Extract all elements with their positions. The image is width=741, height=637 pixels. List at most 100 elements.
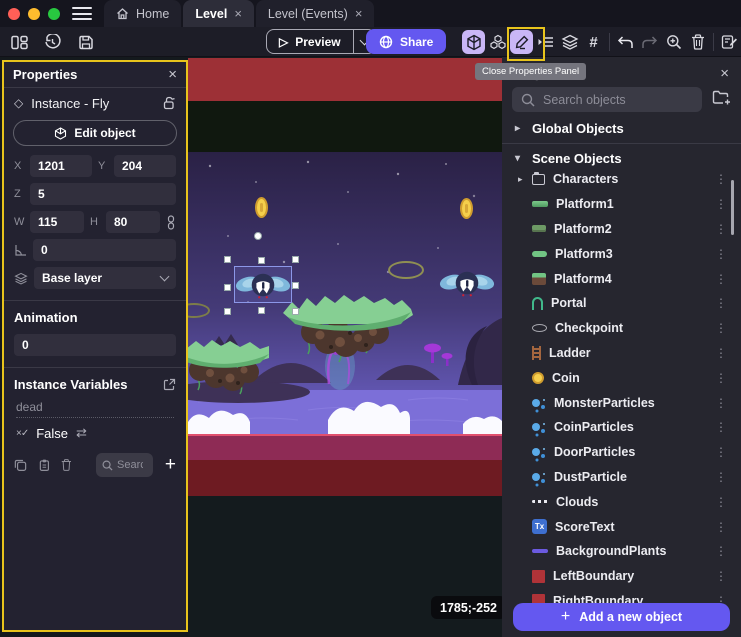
edit-object-button[interactable]: Edit object	[13, 120, 177, 146]
object-row-ladder[interactable]: Ladder ⋮	[502, 341, 741, 366]
object-menu-icon[interactable]: ⋮	[715, 396, 727, 410]
coin-sprite[interactable]	[460, 198, 473, 219]
tab-home[interactable]: Home	[104, 0, 181, 27]
panels-icon[interactable]	[8, 30, 31, 54]
object-menu-icon[interactable]: ⋮	[715, 222, 727, 236]
object-row-platform1[interactable]: Platform1 ⋮	[502, 192, 741, 217]
variable-value-row[interactable]: ×✓ False ⇄	[16, 425, 174, 441]
object-row-leftboundary[interactable]: LeftBoundary ⋮	[502, 564, 741, 589]
resize-handle[interactable]	[292, 256, 299, 263]
objects-search-input[interactable]	[543, 93, 693, 107]
object-row-clouds[interactable]: Clouds ⋮	[502, 489, 741, 514]
checkpoint-sprite[interactable]	[388, 261, 424, 279]
link-dimensions-icon[interactable]	[166, 215, 176, 230]
height-field[interactable]	[106, 211, 160, 233]
resize-handle[interactable]	[258, 257, 265, 264]
object-row-backgroundplants[interactable]: BackgroundPlants ⋮	[502, 539, 741, 564]
object-row-characters[interactable]: ▸ Characters ⋮	[502, 167, 741, 192]
object-menu-icon[interactable]: ⋮	[715, 445, 727, 459]
close-tab-icon[interactable]: ×	[234, 6, 242, 21]
object-menu-icon[interactable]: ⋮	[715, 346, 727, 360]
object-row-platform3[interactable]: Platform3 ⋮	[502, 241, 741, 266]
object-menu-icon[interactable]: ⋮	[715, 321, 727, 335]
animation-field[interactable]	[14, 334, 176, 356]
variables-search-input[interactable]	[117, 459, 143, 471]
close-window-button[interactable]	[8, 8, 20, 20]
object-menu-icon[interactable]: ⋮	[715, 247, 727, 261]
delete-variable-icon[interactable]	[61, 458, 72, 472]
objects-search[interactable]	[512, 87, 702, 112]
object-groups-icon[interactable]	[486, 30, 509, 54]
maximize-window-button[interactable]	[48, 8, 60, 20]
variable-name[interactable]: dead	[16, 400, 174, 418]
object-row-platform4[interactable]: Platform4 ⋮	[502, 266, 741, 291]
layers-icon[interactable]	[558, 30, 581, 54]
undo-icon[interactable]	[614, 30, 637, 54]
add-folder-icon[interactable]	[712, 89, 731, 106]
resize-handle[interactable]	[224, 256, 231, 263]
toggle-value-icon[interactable]: ⇄	[76, 425, 87, 441]
y-field[interactable]	[114, 155, 176, 177]
rotate-handle[interactable]	[254, 232, 262, 240]
object-row-checkpoint[interactable]: Checkpoint ⋮	[502, 316, 741, 341]
grid-icon[interactable]: #	[582, 30, 605, 54]
angle-field[interactable]	[33, 239, 176, 261]
coin-sprite[interactable]	[255, 197, 268, 218]
variables-search[interactable]	[96, 453, 153, 477]
bottom-boundary-sprite[interactable]	[188, 436, 502, 460]
resize-handle[interactable]	[292, 308, 299, 315]
top-boundary-sprite[interactable]	[188, 58, 502, 101]
resize-handle[interactable]	[224, 308, 231, 315]
resize-handle[interactable]	[292, 282, 299, 289]
object-menu-icon[interactable]: ⋮	[715, 197, 727, 211]
object-row-platform2[interactable]: Platform2 ⋮	[502, 217, 741, 242]
z-field[interactable]	[30, 183, 176, 205]
object-row-coin[interactable]: Coin ⋮	[502, 365, 741, 390]
scene-properties-icon[interactable]	[718, 30, 741, 54]
object-menu-icon[interactable]: ⋮	[715, 420, 727, 434]
main-menu-icon[interactable]	[72, 7, 92, 20]
trash-icon[interactable]	[686, 30, 709, 54]
scene-canvas[interactable]: 1785;-252	[188, 57, 502, 637]
copy-icon[interactable]	[14, 458, 27, 472]
object-row-monsterparticles[interactable]: MonsterParticles ⋮	[502, 390, 741, 415]
history-icon[interactable]	[41, 30, 64, 54]
object-row-doorparticles[interactable]: DoorParticles ⋮	[502, 440, 741, 465]
minimize-window-button[interactable]	[28, 8, 40, 20]
object-menu-icon[interactable]: ⋮	[715, 371, 727, 385]
share-button[interactable]: Share	[366, 29, 446, 54]
fly-monster-sprite[interactable]	[439, 267, 495, 299]
bottom-boundary-sprite-dark[interactable]	[188, 460, 502, 496]
object-menu-icon[interactable]: ⋮	[715, 569, 727, 583]
object-row-dustparticle[interactable]: DustParticle ⋮	[502, 465, 741, 490]
x-field[interactable]	[30, 155, 92, 177]
resize-handle[interactable]	[224, 284, 231, 291]
resize-handle[interactable]	[258, 307, 265, 314]
preview-button[interactable]: ▷ Preview	[266, 29, 354, 54]
open-variables-icon[interactable]	[163, 378, 176, 391]
objects-scrollbar[interactable]	[731, 180, 734, 235]
object-menu-icon[interactable]: ⋮	[715, 172, 727, 186]
fly-monster-sprite-selected[interactable]	[236, 269, 290, 301]
tab-level-events[interactable]: Level (Events) ×	[256, 0, 375, 27]
unlock-icon[interactable]	[163, 96, 176, 110]
object-menu-icon[interactable]: ⋮	[715, 495, 727, 509]
object-menu-icon[interactable]: ⋮	[715, 470, 727, 484]
paste-icon[interactable]	[39, 458, 50, 472]
add-object-button[interactable]: + Add a new object	[513, 603, 730, 631]
save-icon[interactable]	[74, 30, 97, 54]
object-row-scoretext[interactable]: Tx ScoreText ⋮	[502, 514, 741, 539]
object-menu-icon[interactable]: ⋮	[715, 272, 727, 286]
object-menu-icon[interactable]: ⋮	[715, 544, 727, 558]
redo-icon[interactable]	[638, 30, 661, 54]
close-objects-panel-icon[interactable]: ×	[720, 66, 729, 81]
close-properties-icon[interactable]: ×	[168, 67, 177, 82]
tab-level[interactable]: Level ×	[183, 0, 254, 27]
group-global-objects[interactable]: ▸ Global Objects	[502, 115, 741, 141]
object-menu-icon[interactable]: ⋮	[715, 296, 727, 310]
object-row-portal[interactable]: Portal ⋮	[502, 291, 741, 316]
object-menu-icon[interactable]: ⋮	[715, 520, 727, 534]
object-row-coinparticles[interactable]: CoinParticles ⋮	[502, 415, 741, 440]
layer-select[interactable]: Base layer	[34, 267, 176, 289]
add-variable-button[interactable]: +	[165, 454, 176, 476]
